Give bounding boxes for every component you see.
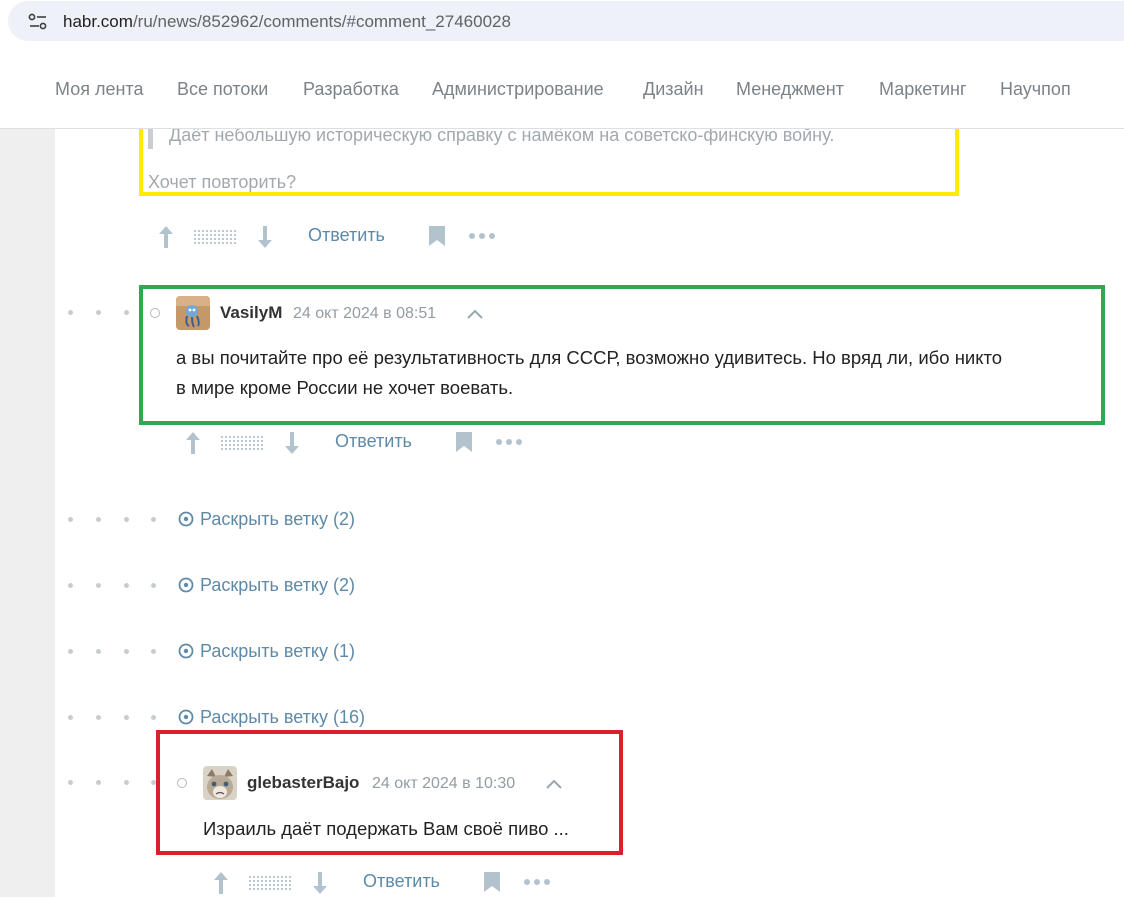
expand-branch-icon <box>178 511 194 527</box>
collapse-chevron-icon[interactable] <box>466 308 484 320</box>
avatar[interactable] <box>176 296 210 330</box>
nav-item-design[interactable]: Дизайн <box>643 79 704 100</box>
expand-branch-label: Раскрыть ветку (2) <box>200 575 355 595</box>
url-host: habr.com <box>63 12 133 31</box>
collapse-chevron-icon[interactable] <box>545 778 563 790</box>
expand-branch-label: Раскрыть ветку (1) <box>200 641 355 661</box>
expand-branch-icon <box>178 709 194 725</box>
thread-indent-dots <box>68 515 168 525</box>
nav-item-development[interactable]: Разработка <box>303 79 399 100</box>
avatar[interactable] <box>203 766 237 800</box>
more-icon[interactable] <box>468 230 496 242</box>
bookmark-icon[interactable] <box>483 871 501 893</box>
expand-branch-icon <box>178 577 194 593</box>
upvote-icon[interactable] <box>212 870 230 896</box>
expand-branch-button[interactable]: Раскрыть ветку (2) <box>178 575 355 596</box>
browser-toolbar: habr.com/ru/news/852962/comments/#commen… <box>0 0 1124 50</box>
site-info-icon[interactable] <box>28 13 48 31</box>
thread-indent-dots <box>68 778 198 788</box>
downvote-icon[interactable] <box>283 430 301 456</box>
comment-text: Хочет повторить? <box>148 172 297 192</box>
more-icon[interactable] <box>495 436 523 448</box>
main-nav: Моя лента Все потоки Разработка Админист… <box>0 50 1124 129</box>
thread-indent-dots <box>68 647 168 657</box>
expand-branch-button[interactable]: Раскрыть ветку (2) <box>178 509 355 530</box>
comment-body-line: в мире кроме России не хочет воевать. <box>176 377 514 398</box>
comment-actions: Ответить <box>212 868 552 898</box>
thread-indent-dots <box>68 308 168 318</box>
comment-author[interactable]: glebasterBajo <box>247 773 359 793</box>
comment-actions: Ответить <box>157 222 497 252</box>
reply-button[interactable]: Ответить <box>308 225 385 246</box>
comment-timestamp[interactable]: 24 окт 2024 в 10:30 <box>372 775 515 793</box>
downvote-icon[interactable] <box>256 224 274 250</box>
upvote-icon[interactable] <box>184 430 202 456</box>
nav-item-management[interactable]: Менеджмент <box>736 79 844 100</box>
thread-indent-dots <box>68 713 168 723</box>
more-icon[interactable] <box>523 876 551 888</box>
nav-item-marketing[interactable]: Маркетинг <box>879 79 967 100</box>
nav-item-popsci[interactable]: Научпоп <box>1000 79 1071 100</box>
comment-actions: Ответить <box>184 428 524 458</box>
comment-body: Израиль даёт подержать Вам своё пиво ... <box>203 818 569 839</box>
address-bar[interactable]: habr.com/ru/news/852962/comments/#commen… <box>8 1 1124 41</box>
expand-branch-label: Раскрыть ветку (2) <box>200 509 355 529</box>
bookmark-icon[interactable] <box>428 225 446 247</box>
url-text[interactable]: habr.com/ru/news/852962/comments/#commen… <box>63 12 511 32</box>
nav-item-all-streams[interactable]: Все потоки <box>177 79 268 100</box>
reply-button[interactable]: Ответить <box>363 871 440 892</box>
bookmark-icon[interactable] <box>455 431 473 453</box>
comment-timestamp[interactable]: 24 окт 2024 в 08:51 <box>293 305 436 323</box>
comment-author[interactable]: VasilyM <box>220 303 282 323</box>
nav-item-administration[interactable]: Администрирование <box>432 79 604 100</box>
url-path: /ru/news/852962/comments/#comment_274600… <box>132 12 511 31</box>
score-hidden[interactable] <box>193 229 237 246</box>
reply-button[interactable]: Ответить <box>335 431 412 452</box>
nav-item-my-feed[interactable]: Моя лента <box>55 79 143 100</box>
expand-branch-label: Раскрыть ветку (16) <box>200 707 365 727</box>
upvote-icon[interactable] <box>157 224 175 250</box>
downvote-icon[interactable] <box>311 870 329 896</box>
thread-indent-dots <box>68 581 168 591</box>
expand-branch-button[interactable]: Раскрыть ветку (1) <box>178 641 355 662</box>
comment-body-line: а вы почитайте про её результативность д… <box>176 347 1003 368</box>
left-gutter <box>0 129 55 897</box>
expand-branch-icon <box>178 643 194 659</box>
expand-branch-button[interactable]: Раскрыть ветку (16) <box>178 707 365 728</box>
quote-bar <box>148 127 153 149</box>
score-hidden[interactable] <box>220 435 264 452</box>
score-hidden[interactable] <box>248 875 292 892</box>
